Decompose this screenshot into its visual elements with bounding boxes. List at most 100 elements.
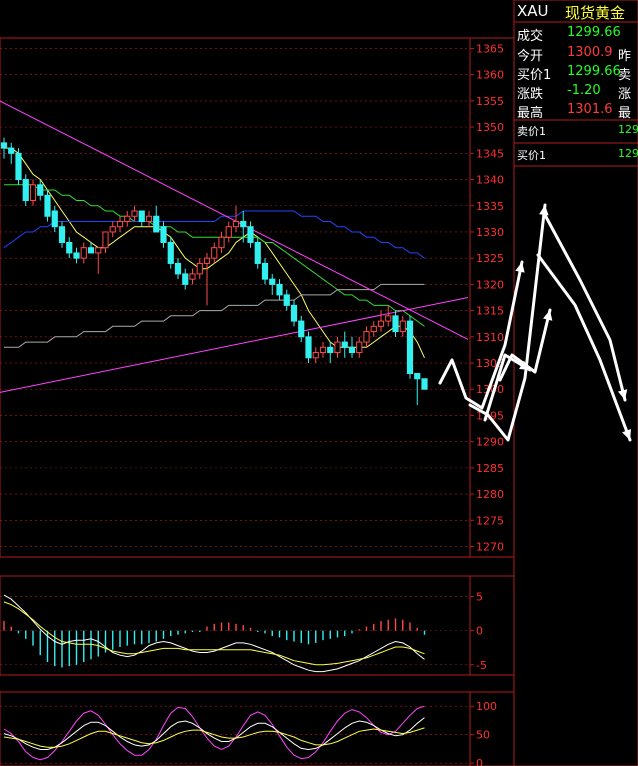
candle-body (73, 252, 80, 259)
row-value-trade: 1299.66 (567, 25, 621, 40)
price-panel-tick-label: 1290 (476, 436, 504, 449)
bid-value: 129 (618, 147, 638, 160)
candle-body (298, 320, 305, 338)
bid-label: 买价1 (517, 149, 546, 162)
candle-body (109, 226, 116, 233)
macd-panel-tick-label: -5 (476, 659, 487, 672)
price-panel-tick-label: 1330 (476, 226, 504, 239)
candle-body (254, 241, 261, 264)
candle-body (211, 247, 218, 259)
kdj-panel-tick-label: 0 (476, 757, 483, 766)
candle-body (196, 262, 203, 275)
candle-body (334, 341, 341, 354)
candle-body (319, 346, 327, 354)
candle-body (377, 320, 385, 327)
candle-body (269, 278, 276, 285)
row-extra-change: 涨 (618, 87, 632, 102)
price-panel-tick-label: 1310 (476, 331, 504, 344)
candle-body (29, 184, 37, 202)
price-panel-tick-label: 1315 (476, 305, 504, 318)
row-extra-high: 最 (618, 106, 632, 121)
candle-body (305, 336, 312, 359)
candle-body (138, 210, 145, 222)
price-panel-tick-label: 1320 (476, 278, 504, 291)
candle-body (356, 341, 363, 354)
candle-body (95, 247, 102, 254)
quote-symbol: XAU (517, 2, 549, 20)
candle-body (370, 325, 377, 333)
candle-body (124, 215, 131, 222)
price-panel-tick-label: 1365 (476, 42, 504, 55)
candle-body (174, 262, 182, 275)
candle-body (385, 315, 392, 322)
candle-body (102, 231, 109, 249)
candle-body (87, 247, 95, 254)
row-value-change: -1.20 (567, 83, 601, 98)
candle-body (406, 320, 414, 375)
candle-body (80, 247, 87, 259)
candle-body (414, 373, 421, 380)
kdj-panel-tick-label: 100 (476, 700, 497, 713)
candle-body (225, 226, 232, 238)
price-panel-tick-label: 1340 (476, 174, 504, 187)
price-panel-tick-label: 1360 (476, 69, 504, 82)
quote-panel: XAU 现货黄金 成交 1299.66 今开 1300.9 昨 买价1 1299… (514, 0, 638, 766)
price-panel-tick-label: 1270 (476, 541, 504, 554)
candle-body (37, 184, 44, 196)
row-value-open: 1300.9 (567, 45, 613, 60)
candle-body (189, 273, 196, 280)
candle-body (66, 241, 73, 254)
macd-panel-tick-label: 0 (476, 625, 483, 638)
candle-body (58, 226, 66, 243)
candle-body (0, 142, 8, 149)
ask-value: 129 (618, 123, 638, 136)
candle-body (22, 179, 29, 202)
price-panel-tick-label: 1355 (476, 95, 504, 108)
candle-body (145, 215, 153, 222)
macd-panel-tick-label: 5 (476, 590, 483, 603)
candle-body (203, 257, 211, 264)
candle-body (8, 147, 15, 154)
candle-body (290, 304, 298, 322)
row-extra-open: 昨 (618, 49, 632, 64)
candle-body (131, 210, 138, 217)
candle-body (392, 315, 399, 333)
price-panel-tick-label: 1280 (476, 488, 504, 501)
row-value-high: 1301.6 (567, 102, 613, 117)
candle-body (232, 220, 240, 228)
candle-body (182, 273, 189, 285)
candle-body (261, 262, 269, 280)
candle-body (348, 346, 356, 354)
row-label-high: 最高 (517, 106, 544, 121)
candle-body (276, 283, 283, 296)
candle-body (240, 220, 247, 228)
candle-body (327, 346, 334, 354)
candle-body (283, 294, 290, 306)
price-panel-tick-label: 1275 (476, 514, 504, 527)
kdj-panel-tick-label: 50 (476, 729, 490, 742)
row-label-change: 涨跌 (517, 87, 544, 102)
row-label-trade: 成交 (517, 29, 544, 44)
candle-body (116, 220, 124, 228)
candle-body (15, 152, 22, 181)
price-panel-tick-label: 1335 (476, 200, 504, 213)
candle-body (421, 378, 428, 390)
candle-body (44, 194, 51, 217)
candle-body (167, 241, 174, 264)
candle-body (160, 226, 167, 243)
price-panel-tick-label: 1285 (476, 462, 504, 475)
candle-body (399, 320, 406, 333)
row-label-bid: 买价1 (517, 68, 552, 83)
candle-body (153, 215, 160, 233)
candle-body (341, 341, 348, 348)
candle-body (247, 226, 254, 243)
candle-body (218, 236, 225, 249)
candle-body (51, 210, 58, 228)
price-panel-tick-label: 1350 (476, 121, 504, 134)
candle-body (363, 331, 370, 343)
quote-name: 现货黄金 (565, 4, 626, 22)
row-label-open: 今开 (517, 49, 544, 64)
candle-body (312, 352, 319, 359)
price-panel-tick-label: 1345 (476, 147, 504, 160)
row-extra-bid: 卖 (618, 68, 632, 83)
